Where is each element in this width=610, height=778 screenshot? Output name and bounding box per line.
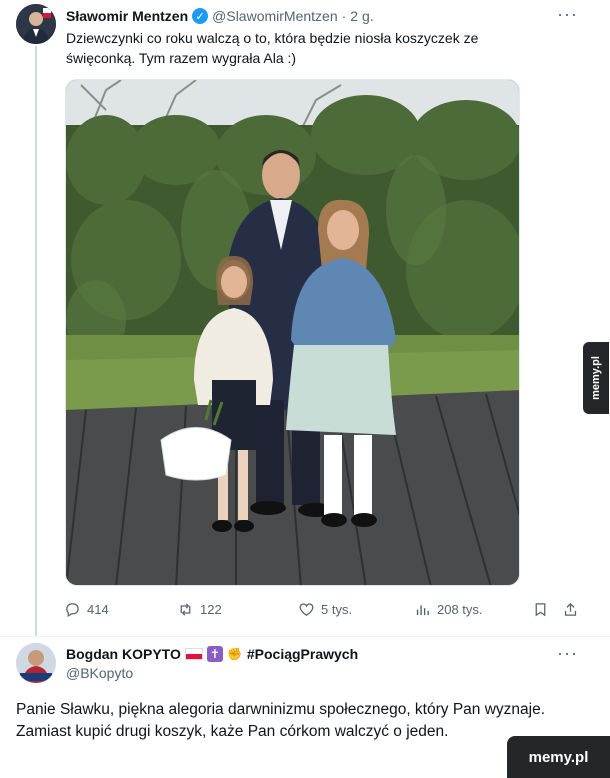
- like-count: 5 tys.: [321, 601, 353, 617]
- tweet-main[interactable]: Sławomir Mentzen ✓ @SlawomirMentzen · 2 …: [0, 0, 610, 636]
- watermark-side-label: memy.pl: [590, 356, 602, 400]
- reply-more-options-icon[interactable]: ···: [557, 643, 578, 664]
- reply-text: Panie Sławku, piękna alegoria darwninizm…: [16, 699, 556, 743]
- views-icon: [416, 604, 429, 615]
- author-avatar[interactable]: [16, 4, 56, 44]
- tweet-photo[interactable]: [65, 79, 520, 586]
- tweet-time[interactable]: 2 g.: [350, 8, 373, 24]
- reply-author-handle[interactable]: @BKopyto: [66, 665, 133, 681]
- bookmark-action[interactable]: [532, 598, 549, 620]
- retweet-count: 122: [200, 601, 222, 617]
- more-options-icon[interactable]: ···: [557, 4, 578, 25]
- views-action[interactable]: 208 tys.: [414, 598, 483, 620]
- like-icon: [299, 602, 314, 616]
- retweet-action[interactable]: 122: [177, 598, 222, 620]
- fist-emoji-icon: ✊: [227, 647, 243, 661]
- watermark-corner-label: memy.pl: [528, 748, 589, 766]
- tweet-header: Sławomir Mentzen ✓ @SlawomirMentzen · 2 …: [66, 6, 570, 26]
- tweet-actions: 414 122 5 tys. 208 tys.: [64, 598, 584, 620]
- separator-dot: ·: [341, 8, 347, 24]
- reply-text-line-1: Panie Sławku, piękna alegoria darwninizm…: [16, 701, 546, 718]
- reply-action[interactable]: 414: [64, 598, 109, 620]
- poland-flag-icon: [184, 648, 203, 660]
- reply-count: 414: [87, 601, 109, 617]
- reply-author-avatar[interactable]: [16, 643, 56, 683]
- cross-emoji-icon: ✝: [206, 646, 223, 662]
- share-icon: [564, 602, 577, 616]
- bookmark-icon: [535, 602, 546, 616]
- reply-hashtag[interactable]: #PociągPrawych: [247, 646, 358, 662]
- watermark-corner: memy.pl: [507, 736, 610, 778]
- like-action[interactable]: 5 tys.: [298, 598, 352, 620]
- retweet-icon: [180, 602, 191, 616]
- tweet-text: Dziewczynki co roku walczą o to, która b…: [66, 30, 479, 66]
- watermark-side: memy.pl: [583, 342, 609, 414]
- reply-header: Bogdan KOPYTO ✝ ✊ #PociągPrawych: [66, 645, 358, 663]
- share-action[interactable]: [562, 598, 579, 620]
- author-handle[interactable]: @SlawomirMentzen: [212, 8, 337, 24]
- reply-text-line-2: Zamiast kupić drugi koszyk, każe Pan cór…: [16, 723, 449, 740]
- verified-badge-icon: ✓: [192, 8, 209, 24]
- reply-author-name[interactable]: Bogdan KOPYTO: [66, 646, 181, 662]
- reply-icon: [66, 602, 79, 617]
- author-name[interactable]: Sławomir Mentzen: [66, 8, 188, 24]
- thread-line: [35, 46, 37, 636]
- views-count: 208 tys.: [437, 601, 483, 617]
- family-photo-illustration: [66, 80, 519, 585]
